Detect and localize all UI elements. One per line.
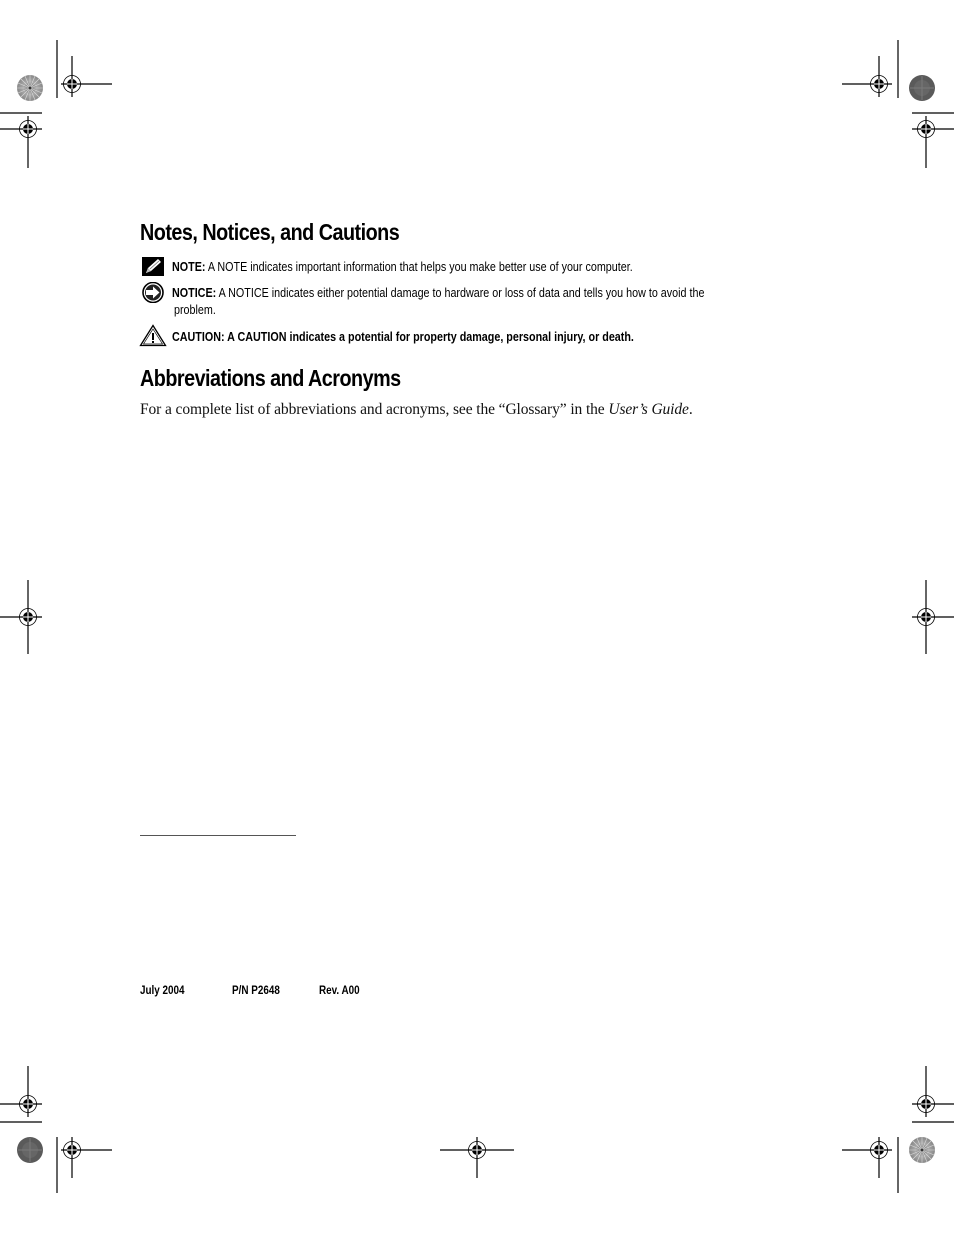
color-bar-starburst-icon	[908, 1136, 936, 1164]
users-guide-reference: User’s Guide	[608, 401, 689, 418]
footer-revision: Rev. A00	[319, 985, 360, 997]
printer-marks	[0, 40, 954, 1193]
color-bar-starburst-icon	[16, 74, 44, 102]
note-body: A NOTE indicates important information t…	[207, 260, 633, 274]
notice-arrow-icon	[141, 281, 165, 308]
note-label: NOTE:	[172, 260, 206, 274]
footnote-divider	[140, 835, 296, 836]
abbreviations-body-suffix: .	[688, 401, 693, 418]
abbreviations-body-prefix: For a complete list of abbreviations and…	[140, 401, 609, 418]
caution-text: CAUTION: A CAUTION indicates a potential…	[172, 330, 634, 344]
footer-part-number: P/N P2648	[232, 985, 280, 997]
color-bar-dark-circle-icon	[16, 1136, 44, 1164]
pencil-icon	[142, 257, 164, 281]
note-text: NOTE: A NOTE indicates important informa…	[172, 260, 633, 274]
notice-label: NOTICE:	[172, 286, 217, 300]
footer-date: July 2004	[140, 985, 185, 997]
notice-text: NOTICE: A NOTICE indicates either potent…	[172, 286, 704, 300]
abbreviations-section-title: Abbreviations and Acronyms	[140, 365, 401, 391]
notes-section-title: Notes, Notices, and Cautions	[140, 219, 400, 245]
caution-label: CAUTION:	[172, 330, 225, 344]
caution-body: A CAUTION indicates a potential for prop…	[227, 330, 634, 344]
notice-body: A NOTICE indicates either potential dama…	[218, 286, 705, 300]
abbreviations-body: For a complete list of abbreviations and…	[140, 401, 693, 419]
color-bar-dark-circle-icon	[908, 74, 936, 102]
warning-triangle-icon	[139, 324, 167, 352]
notice-text-continued: problem.	[174, 303, 216, 317]
